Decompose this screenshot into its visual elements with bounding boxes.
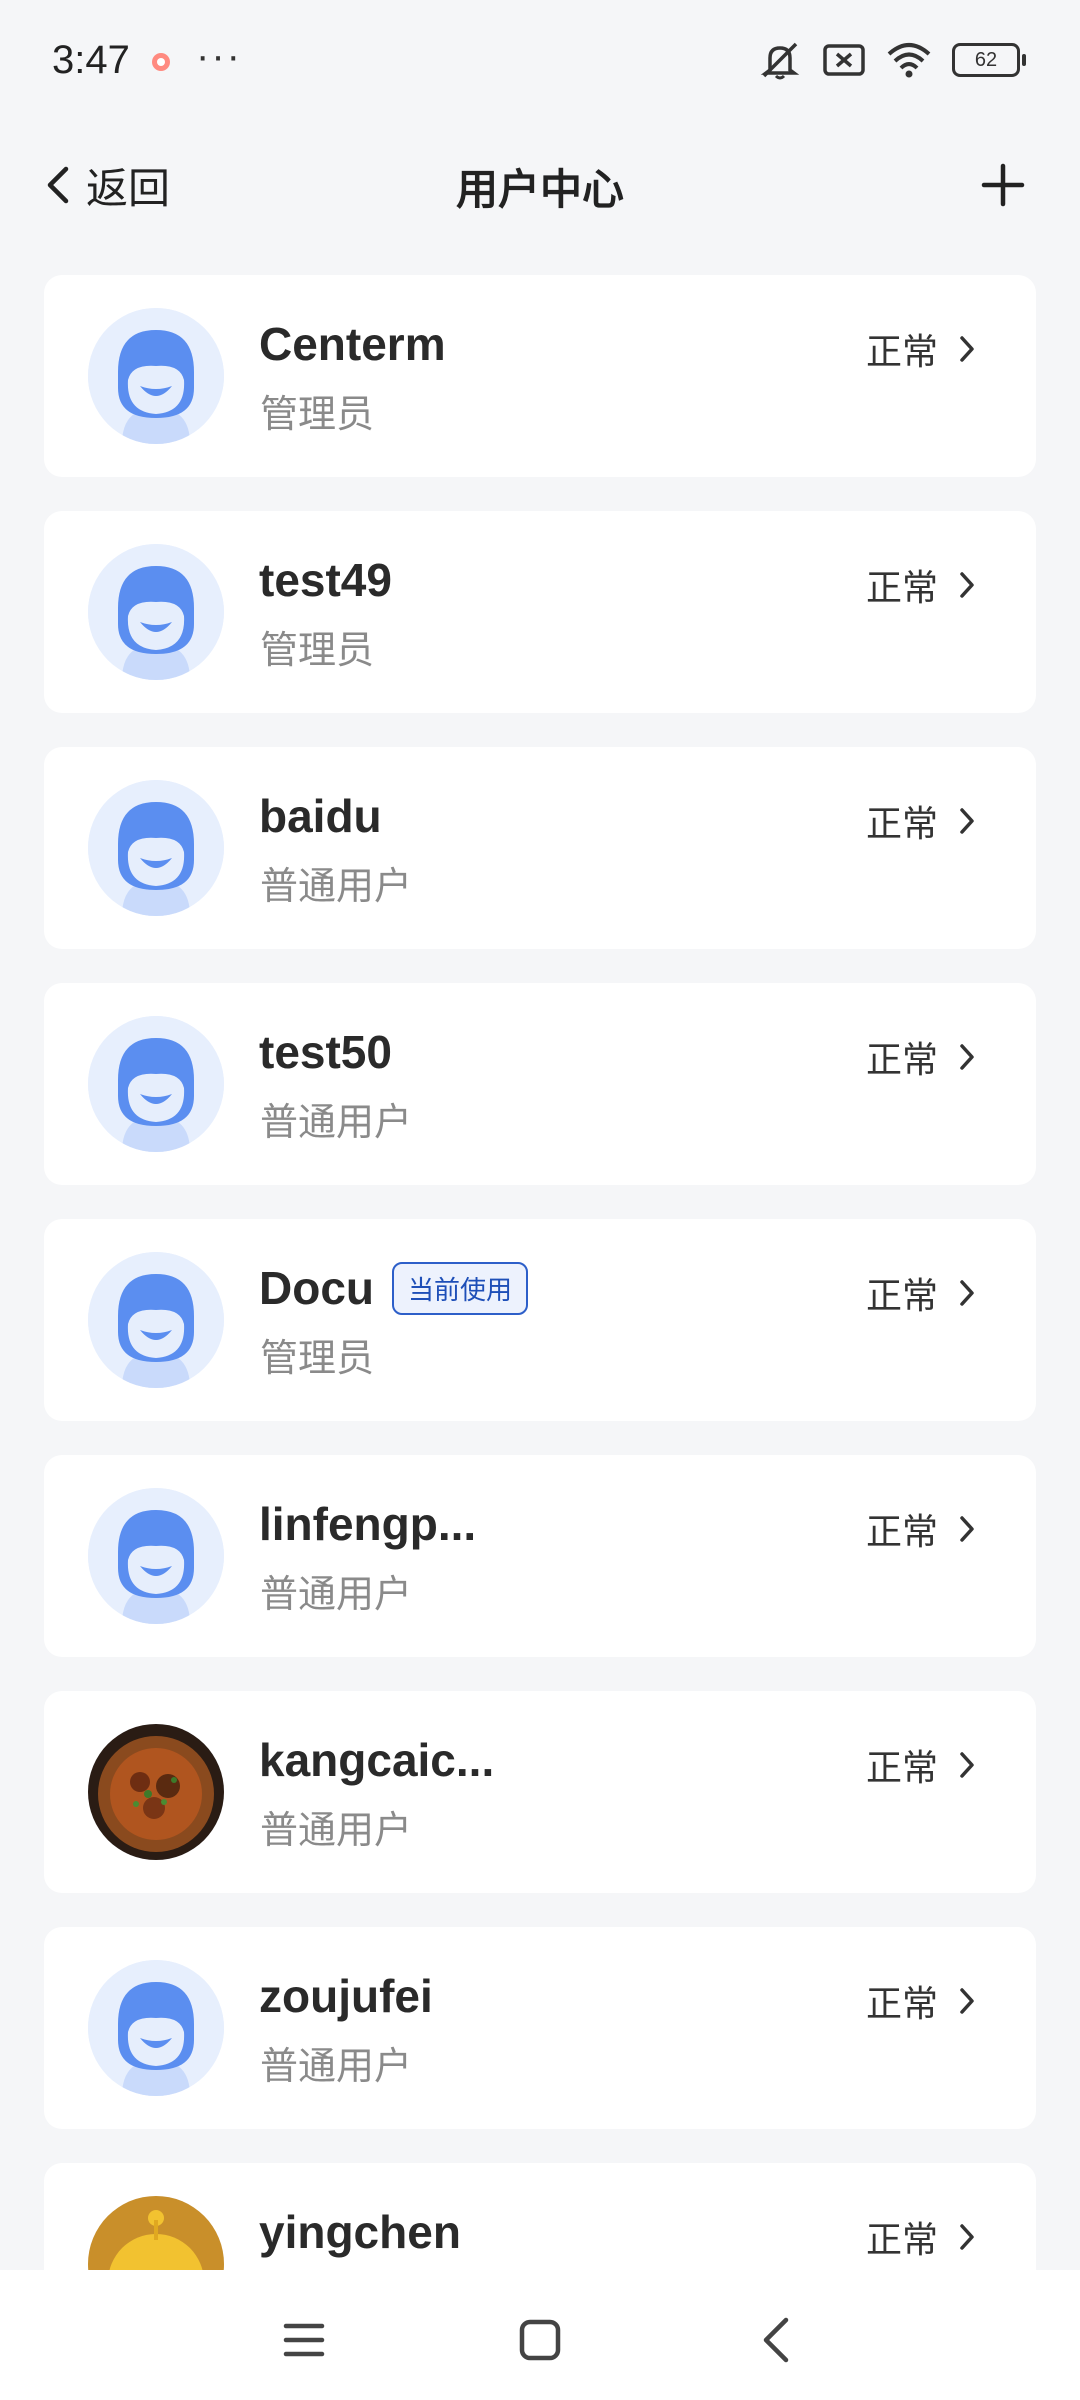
user-card[interactable]: yingchen 正常 xyxy=(44,2163,1036,2270)
user-name-row: kangcaic... xyxy=(259,1733,494,1787)
status-text: 正常 xyxy=(865,331,938,372)
user-status: 正常 xyxy=(866,559,976,611)
avatar xyxy=(88,1252,224,1388)
status-text: 正常 xyxy=(865,803,938,844)
avatar xyxy=(88,1016,224,1152)
status-text: 正常 xyxy=(865,1511,938,1552)
user-card[interactable]: test50 普通用户 正常 xyxy=(44,983,1036,1185)
current-user-badge: 当前使用 xyxy=(392,1261,529,1315)
user-name: kangcaic... xyxy=(259,1734,495,1786)
battery-icon: 62 xyxy=(952,43,1026,77)
user-role: 普通用户 xyxy=(260,1102,413,1144)
user-name: baidu xyxy=(259,790,382,842)
user-name: test50 xyxy=(259,1026,392,1078)
header: 返回 用户中心 xyxy=(0,130,1080,240)
user-name: yingchen xyxy=(259,2206,461,2258)
system-back-button[interactable] xyxy=(746,2310,806,2370)
chevron-right-icon xyxy=(960,1280,974,1306)
chevron-right-icon xyxy=(960,2224,974,2250)
user-status: 正常 xyxy=(866,1031,976,1083)
user-name-row: yingchen xyxy=(259,2205,461,2259)
user-list: Centerm 管理员 正常 test49 管理员 正常 baidu 普通用户 正常 test50… xyxy=(44,275,1036,2270)
status-text: 正常 xyxy=(865,567,938,608)
user-name-row: linfengp... xyxy=(259,1497,476,1551)
chevron-right-icon xyxy=(960,1044,974,1070)
avatar xyxy=(88,308,224,444)
user-status: 正常 xyxy=(866,795,976,847)
user-name-row: test50 xyxy=(259,1025,392,1079)
user-name-row: Docu 当前使用 xyxy=(259,1261,529,1315)
user-role: 管理员 xyxy=(260,630,375,672)
battery-level: 62 xyxy=(974,48,998,71)
avatar xyxy=(88,1960,224,2096)
recording-indicator-icon xyxy=(152,53,170,71)
user-name-row: baidu xyxy=(259,789,382,843)
avatar xyxy=(88,1488,224,1624)
home-square-icon xyxy=(519,2319,561,2361)
avatar xyxy=(88,544,224,680)
recent-apps-button[interactable] xyxy=(274,2310,334,2370)
more-notifications-icon: ··· xyxy=(196,34,242,78)
mute-icon xyxy=(760,42,800,80)
chevron-left-icon xyxy=(763,2317,789,2363)
status-text: 正常 xyxy=(865,1275,938,1316)
user-card[interactable]: zoujufei 普通用户 正常 xyxy=(44,1927,1036,2129)
user-card[interactable]: kangcaic... 普通用户 正常 xyxy=(44,1691,1036,1893)
user-status: 正常 xyxy=(866,2211,976,2263)
status-text: 正常 xyxy=(865,1747,938,1788)
user-role: 普通用户 xyxy=(260,1810,413,1852)
user-name: zoujufei xyxy=(259,1970,433,2022)
user-role: 普通用户 xyxy=(260,1574,413,1616)
menu-icon xyxy=(283,2323,325,2357)
status-bar: 3:47 ··· 62 xyxy=(0,0,1080,130)
user-card[interactable]: baidu 普通用户 正常 xyxy=(44,747,1036,949)
wifi-icon xyxy=(887,43,931,78)
user-role: 管理员 xyxy=(260,1338,375,1380)
user-role: 管理员 xyxy=(260,394,375,436)
user-card[interactable]: linfengp... 普通用户 正常 xyxy=(44,1455,1036,1657)
avatar xyxy=(88,780,224,916)
chevron-right-icon xyxy=(960,1988,974,2014)
system-navigation-bar xyxy=(0,2270,1080,2400)
user-name: linfengp... xyxy=(259,1498,477,1550)
user-role: 普通用户 xyxy=(260,866,413,908)
user-name-row: Centerm xyxy=(259,317,446,371)
user-card[interactable]: Centerm 管理员 正常 xyxy=(44,275,1036,477)
user-name-row: test49 xyxy=(259,553,392,607)
clock: 3:47 xyxy=(52,38,130,82)
status-text: 正常 xyxy=(865,1983,938,2024)
user-name: test49 xyxy=(259,554,392,606)
no-sim-icon xyxy=(823,44,865,76)
status-icons: 62 xyxy=(758,40,1026,80)
user-card[interactable]: Docu 当前使用 管理员 正常 xyxy=(44,1219,1036,1421)
avatar xyxy=(88,2196,224,2270)
user-status: 正常 xyxy=(866,1975,976,2027)
user-name-row: zoujufei xyxy=(259,1969,433,2023)
page-title: 用户中心 xyxy=(455,166,624,213)
user-status: 正常 xyxy=(866,1267,976,1319)
chevron-right-icon xyxy=(960,336,974,362)
status-text: 正常 xyxy=(865,1039,938,1080)
chevron-right-icon xyxy=(960,1516,974,1542)
user-name: Centerm xyxy=(259,318,446,370)
add-user-button[interactable] xyxy=(970,152,1036,218)
user-status: 正常 xyxy=(866,323,976,375)
home-button[interactable] xyxy=(510,2310,570,2370)
chevron-right-icon xyxy=(960,572,974,598)
user-status: 正常 xyxy=(866,1503,976,1555)
status-text: 正常 xyxy=(865,2219,938,2260)
chevron-right-icon xyxy=(960,808,974,834)
avatar xyxy=(88,1724,224,1860)
user-card[interactable]: test49 管理员 正常 xyxy=(44,511,1036,713)
user-role: 普通用户 xyxy=(260,2046,413,2088)
user-status: 正常 xyxy=(866,1739,976,1791)
chevron-right-icon xyxy=(960,1752,974,1778)
user-name: Docu xyxy=(259,1262,374,1314)
plus-icon xyxy=(981,163,1025,207)
